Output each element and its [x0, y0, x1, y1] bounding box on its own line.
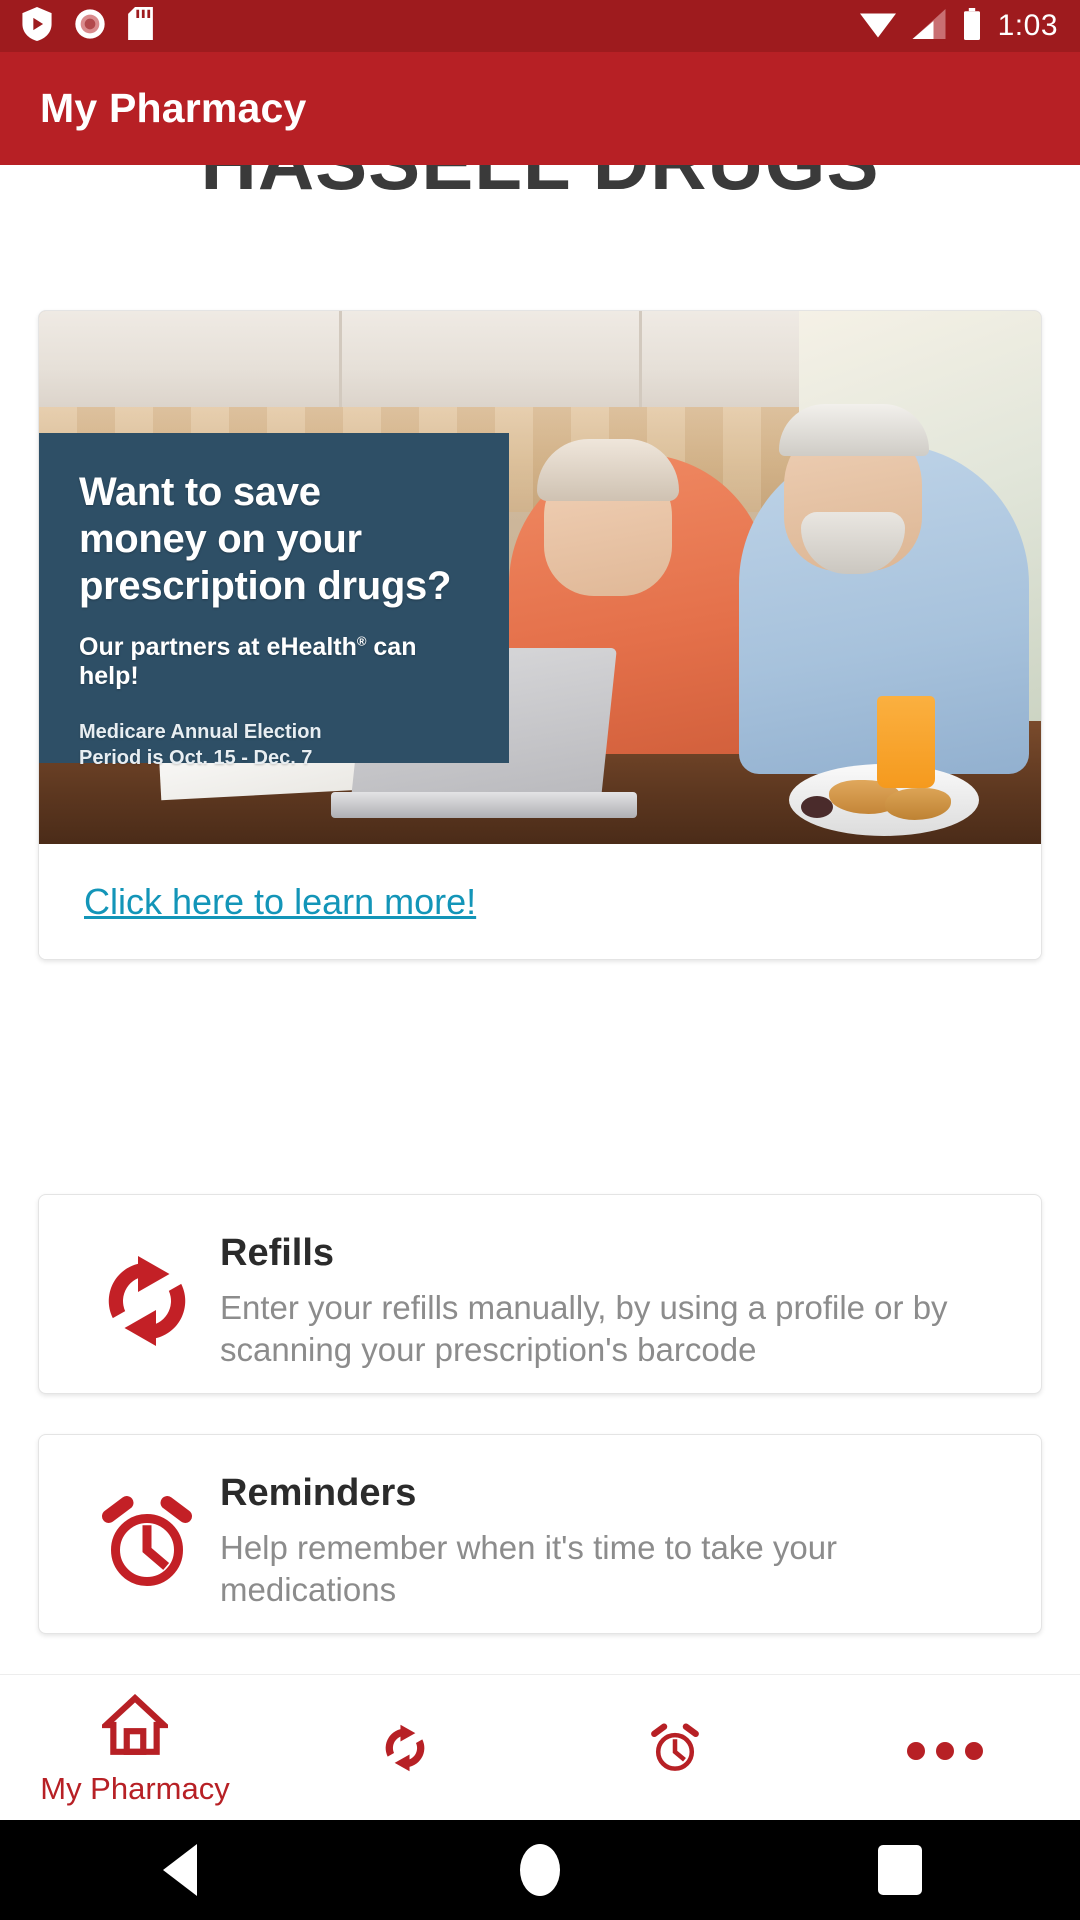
promo-registered-mark: ®	[356, 633, 367, 649]
bottom-nav-label-my-pharmacy: My Pharmacy	[40, 1771, 230, 1806]
recents-button[interactable]	[720, 1845, 1080, 1895]
bottom-nav-item-refills[interactable]	[270, 1675, 540, 1820]
refresh-arrows-icon	[79, 1233, 214, 1355]
promo-link-bar: Click here to learn more!	[39, 844, 1041, 959]
bottom-navigation-bar: My Pharmacy	[0, 1674, 1080, 1820]
back-triangle-icon	[163, 1844, 197, 1896]
wifi-icon	[859, 9, 896, 44]
bottom-nav-item-my-pharmacy[interactable]: My Pharmacy	[0, 1675, 270, 1820]
promo-subheadline: Our partners at eHealth® can help!	[79, 633, 479, 691]
alarm-clock-icon	[79, 1473, 214, 1595]
app-bar-title: My Pharmacy	[40, 85, 307, 131]
status-bar-right-icons: 1:03	[859, 7, 1058, 45]
back-button[interactable]	[0, 1844, 360, 1896]
shield-play-icon	[22, 6, 52, 46]
status-bar-clock: 1:03	[997, 9, 1058, 42]
screen-record-icon	[74, 8, 106, 45]
promo-fine-line1: Medicare Annual Election	[79, 720, 322, 743]
home-button[interactable]	[360, 1844, 720, 1896]
scroll-content[interactable]: HASSELL DRUGS	[0, 165, 1080, 1674]
android-navigation-bar	[0, 1820, 1080, 1920]
bottom-nav-item-more[interactable]	[810, 1675, 1080, 1820]
learn-more-link[interactable]: Click here to learn more!	[84, 881, 476, 923]
store-name-heading: HASSELL DRUGS	[0, 165, 1080, 208]
status-bar: 1:03	[0, 0, 1080, 52]
feature-text-refills: Refills Enter your refills manually, by …	[214, 1232, 1001, 1371]
recents-square-icon	[878, 1845, 922, 1895]
home-icon	[98, 1693, 172, 1761]
feature-title-reminders: Reminders	[220, 1472, 417, 1514]
promo-headline-line3: prescription drugs?	[79, 564, 452, 609]
promo-card[interactable]: Want to save money on your prescription …	[38, 310, 1042, 960]
promo-overlay: Want to save money on your prescription …	[39, 433, 509, 769]
status-bar-left-icons	[22, 6, 153, 46]
promo-fine-line2: Period is Oct. 15 - Dec. 7	[79, 746, 313, 769]
promo-headline-line2: money on your	[79, 517, 362, 562]
sd-card-icon	[128, 7, 153, 45]
app-bar: My Pharmacy	[0, 52, 1080, 165]
bottom-nav-item-reminders[interactable]	[540, 1675, 810, 1820]
app-root: 1:03 My Pharmacy HASSELL DRUGS	[0, 0, 1080, 1920]
overflow-dots-icon	[907, 1741, 983, 1760]
promo-headline-line1: Want to save	[79, 470, 321, 514]
refresh-arrows-icon	[374, 1717, 436, 1784]
cell-signal-icon	[912, 8, 946, 44]
feature-description-reminders: Help remember when it's time to take you…	[220, 1528, 838, 1609]
promo-headline: Want to save money on your prescription …	[79, 469, 479, 611]
battery-icon	[962, 7, 982, 45]
feature-card-reminders[interactable]: Reminders Help remember when it's time t…	[38, 1434, 1042, 1634]
promo-photo: Want to save money on your prescription …	[39, 311, 1041, 846]
feature-card-refills[interactable]: Refills Enter your refills manually, by …	[38, 1194, 1042, 1394]
promo-subheadline-before: Our partners at eHealth	[79, 632, 357, 661]
feature-text-reminders: Reminders Help remember when it's time t…	[214, 1472, 1001, 1611]
feature-description-refills: Enter your refills manually, by using a …	[220, 1288, 948, 1369]
promo-fine-print: Medicare Annual Election Period is Oct. …	[79, 719, 479, 772]
alarm-clock-icon	[644, 1717, 706, 1784]
home-circle-icon	[520, 1844, 560, 1896]
feature-title-refills: Refills	[220, 1232, 335, 1274]
